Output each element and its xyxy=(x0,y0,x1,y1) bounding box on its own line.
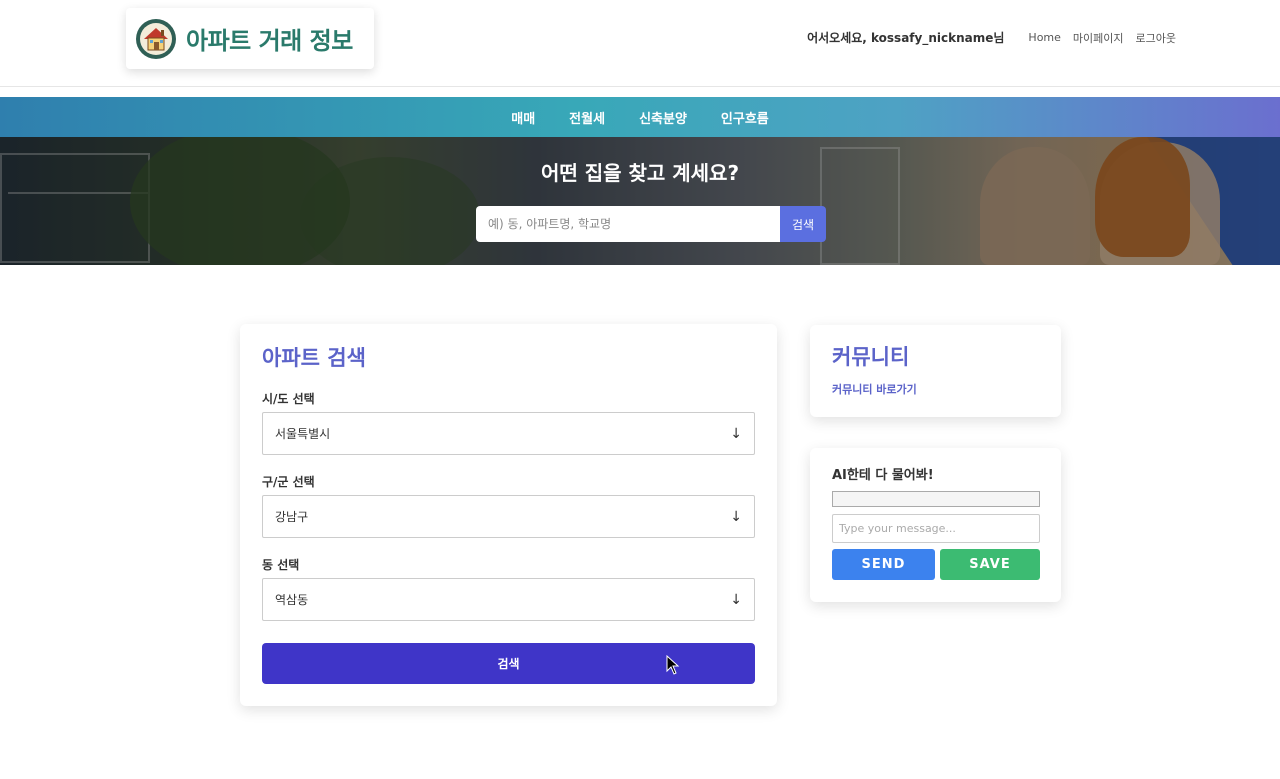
dong-select-value: 역삼동 xyxy=(275,593,309,607)
nav-mypage-link[interactable]: 마이페이지 xyxy=(1073,30,1124,46)
site-title: 아파트 거래 정보 xyxy=(186,27,353,55)
hero-banner: 어떤 집을 찾고 계세요? 검색 xyxy=(0,137,1280,265)
tab-population[interactable]: 인구흐름 xyxy=(721,108,769,127)
sido-select-value: 서울특별시 xyxy=(275,427,331,441)
user-nav: 어서오세요, kossafy_nickname님 Home 마이페이지 로그아웃 xyxy=(807,29,1176,46)
sido-label: 시/도 선택 xyxy=(262,392,315,406)
tab-rent[interactable]: 전월세 xyxy=(569,108,605,127)
ai-message-input[interactable] xyxy=(832,514,1040,543)
hero-search: 검색 xyxy=(476,206,826,242)
hero-title: 어떤 집을 찾고 계세요? xyxy=(540,161,740,185)
gugun-label: 구/군 선택 xyxy=(262,475,315,489)
house-icon xyxy=(136,18,176,59)
ai-chat-log xyxy=(832,491,1040,507)
nav-home-link[interactable]: Home xyxy=(1028,31,1060,44)
arrow-down-icon: ↓ xyxy=(730,508,742,525)
user-greeting: 어서오세요, kossafy_nickname님 xyxy=(807,31,1005,45)
site-header: 아파트 거래 정보 어서오세요, kossafy_nickname님 Home … xyxy=(0,0,1280,87)
arrow-down-icon: ↓ xyxy=(730,425,742,442)
ai-chat-title: AI한테 다 물어봐! xyxy=(832,468,934,483)
search-card-title: 아파트 검색 xyxy=(262,346,366,370)
gugun-select[interactable]: 강남구 ↓ xyxy=(262,495,755,538)
hero-search-input[interactable] xyxy=(476,206,780,242)
apartment-search-button[interactable]: 검색 xyxy=(262,643,755,684)
community-card: 커뮤니티 커뮤니티 바로가기 xyxy=(810,325,1061,417)
category-nav: 매매 전월세 신축분양 인구흐름 xyxy=(0,97,1280,137)
tab-new-build[interactable]: 신축분양 xyxy=(639,108,687,127)
community-link[interactable]: 커뮤니티 바로가기 xyxy=(832,381,917,397)
logo[interactable]: 아파트 거래 정보 xyxy=(126,8,374,69)
dong-label: 동 선택 xyxy=(262,558,300,572)
community-title: 커뮤니티 xyxy=(832,345,910,369)
tab-sale[interactable]: 매매 xyxy=(511,108,535,127)
gugun-select-value: 강남구 xyxy=(275,510,309,524)
send-button[interactable]: SEND xyxy=(832,549,935,580)
arrow-down-icon: ↓ xyxy=(730,591,742,608)
mouse-cursor-icon xyxy=(666,655,680,675)
save-button[interactable]: SAVE xyxy=(940,549,1040,580)
ai-chat-card: AI한테 다 물어봐! SEND SAVE xyxy=(810,448,1061,602)
sido-select[interactable]: 서울특별시 ↓ xyxy=(262,412,755,455)
hero-search-button[interactable]: 검색 xyxy=(780,206,826,242)
nav-logout-link[interactable]: 로그아웃 xyxy=(1136,30,1176,46)
apartment-search-card: 아파트 검색 시/도 선택 서울특별시 ↓ 구/군 선택 강남구 ↓ 동 선택 … xyxy=(240,324,777,706)
dong-select[interactable]: 역삼동 ↓ xyxy=(262,578,755,621)
